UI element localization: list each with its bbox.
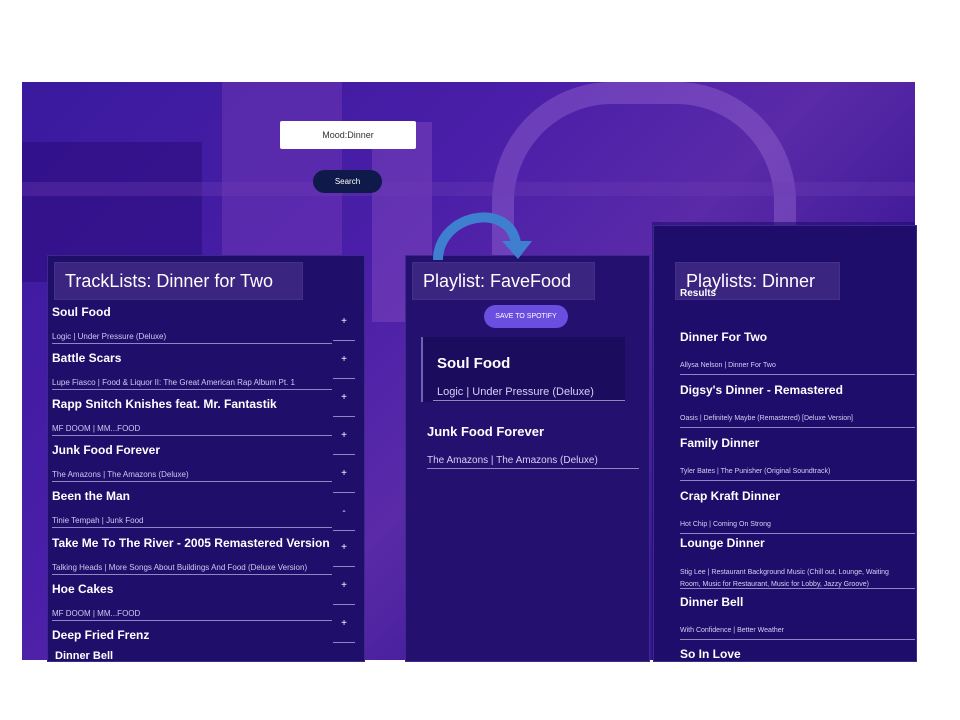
track-item[interactable]: Rapp Snitch Knishes feat. Mr. Fantastik … <box>52 397 332 436</box>
add-track-button[interactable]: + <box>333 392 355 403</box>
track-title: Junk Food Forever <box>52 443 161 457</box>
search-button[interactable]: Search <box>313 170 382 193</box>
playlist-result-subtitle: Tyler Bates | The Punisher (Original Sou… <box>680 468 831 475</box>
track-title: Deep Fried Frenz <box>52 628 150 642</box>
tracklists-header: TrackLists: Dinner for Two <box>54 262 303 300</box>
mood-input[interactable]: Mood:Dinner <box>280 121 416 149</box>
track-title: Been the Man <box>52 489 131 503</box>
track-subtitle: Talking Heads | More Songs About Buildin… <box>52 563 308 572</box>
playlist-track-title: Junk Food Forever <box>427 424 545 439</box>
track-item[interactable]: Deep Fried Frenz <box>52 628 332 642</box>
add-track-button[interactable]: + <box>333 468 355 479</box>
playlist-result-title: Family Dinner <box>680 436 760 450</box>
playlist-result-title: So In Love <box>680 647 741 661</box>
playlist-result-title: Crap Kraft Dinner <box>680 489 781 503</box>
playlist-result-subtitle: Oasis | Definitely Maybe (Remastered) [D… <box>680 415 853 422</box>
playlist-result-item[interactable]: Crap Kraft Dinner Hot Chip | Coming On S… <box>680 489 915 534</box>
save-to-spotify-button[interactable]: SAVE TO SPOTIFY <box>484 305 568 328</box>
track-subtitle: Logic | Under Pressure (Deluxe) <box>52 332 167 341</box>
track-subtitle: Lupe Fiasco | Food & Liquor II: The Grea… <box>52 378 295 387</box>
playlist-result-title: Dinner Bell <box>680 595 744 609</box>
track-item[interactable]: Take Me To The River - 2005 Remastered V… <box>52 536 332 575</box>
results-label: Results <box>680 288 717 299</box>
playlist-track-title: Soul Food <box>437 355 511 372</box>
track-item[interactable]: Soul Food Logic | Under Pressure (Deluxe… <box>52 305 332 344</box>
track-title: Soul Food <box>52 305 111 319</box>
playlist-result-item[interactable]: Lounge Dinner Stig Lee | Restaurant Back… <box>680 536 915 589</box>
add-track-button[interactable]: + <box>333 580 355 591</box>
curved-arrow-icon <box>433 212 532 261</box>
track-item[interactable]: Junk Food Forever The Amazons | The Amaz… <box>52 443 332 482</box>
track-item[interactable]: Battle Scars Lupe Fiasco | Food & Liquor… <box>52 351 332 390</box>
playlist-header: Playlist: FaveFood <box>412 262 595 300</box>
playlist-result-item[interactable]: Family Dinner Tyler Bates | The Punisher… <box>680 436 915 481</box>
playlist-result-item[interactable]: Digsy's Dinner - Remastered Oasis | Defi… <box>680 383 915 428</box>
playlist-result-subtitle: Hot Chip | Coming On Strong <box>680 521 771 528</box>
track-subtitle: Tinie Tempah | Junk Food <box>52 516 144 525</box>
track-subtitle: MF DOOM | MM...FOOD <box>52 424 141 433</box>
playlist-track-subtitle: Logic | Under Pressure (Deluxe) <box>437 386 594 398</box>
playlist-result-title: Lounge Dinner <box>680 536 765 550</box>
playlist-track-card[interactable]: Soul Food Logic | Under Pressure (Deluxe… <box>421 337 625 402</box>
playlist-result-subtitle: With Confidence | Better Weather <box>680 627 785 634</box>
playlist-result-item[interactable]: Dinner For Two Allysa Nelson | Dinner Fo… <box>680 330 915 375</box>
track-subtitle: MF DOOM | MM...FOOD <box>52 609 141 618</box>
track-title: Hoe Cakes <box>52 582 114 596</box>
remove-track-button[interactable]: - <box>333 506 355 517</box>
playlist-result-item[interactable]: So In Love <box>680 647 915 661</box>
playlist-result-subtitle: Allysa Nelson | Dinner For Two <box>680 362 776 369</box>
playlist-result-title: Digsy's Dinner - Remastered <box>680 383 843 397</box>
add-track-button[interactable]: + <box>333 618 355 629</box>
track-item[interactable]: Been the Man Tinie Tempah | Junk Food <box>52 489 332 528</box>
playlist-result-item[interactable]: Dinner Bell With Confidence | Better Wea… <box>680 595 915 640</box>
add-track-button[interactable]: + <box>333 354 355 365</box>
add-track-button[interactable]: + <box>333 430 355 441</box>
add-track-button[interactable]: + <box>333 316 355 327</box>
track-item[interactable]: Hoe Cakes MF DOOM | MM...FOOD <box>52 582 332 621</box>
playlist-track-subtitle: The Amazons | The Amazons (Deluxe) <box>427 455 598 466</box>
track-title: Take Me To The River - 2005 Remastered V… <box>52 536 330 550</box>
track-subtitle: The Amazons | The Amazons (Deluxe) <box>52 470 189 479</box>
add-track-button[interactable]: + <box>333 542 355 553</box>
playlist-result-title: Dinner For Two <box>680 330 768 344</box>
track-title: Rapp Snitch Knishes feat. Mr. Fantastik <box>52 397 277 411</box>
playlist-track-card[interactable]: Junk Food Forever The Amazons | The Amaz… <box>427 424 639 469</box>
track-title: Battle Scars <box>52 351 122 365</box>
track-title-cutoff: Dinner Bell <box>55 650 114 660</box>
